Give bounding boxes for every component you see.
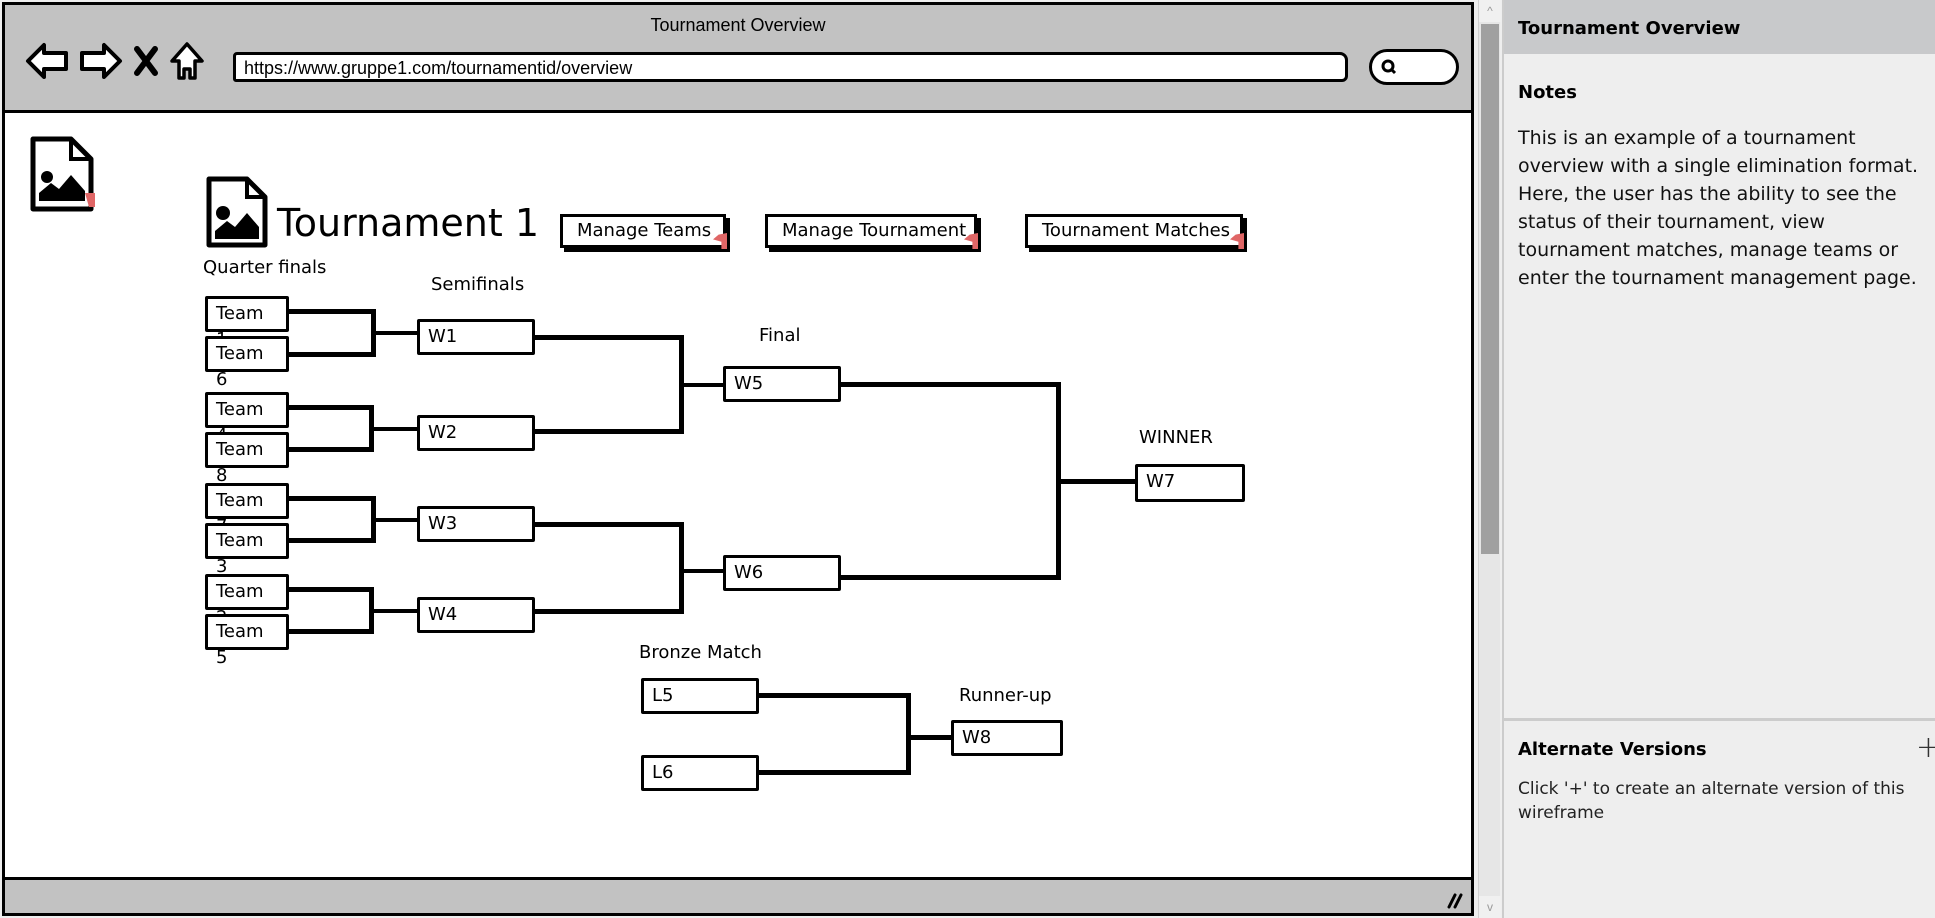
bracket-line — [369, 427, 417, 431]
url-input[interactable]: https://www.gruppe1.com/tournamentid/ove… — [233, 52, 1348, 82]
page-title: Tournament 1 — [277, 201, 540, 245]
bracket-line — [371, 331, 417, 335]
resize-grip-icon[interactable] — [1443, 887, 1465, 909]
bracket-line — [289, 496, 375, 501]
quarter-finals-label: Quarter finals — [203, 257, 327, 278]
logo-image-placeholder-icon — [29, 135, 99, 220]
link-corner-icon — [713, 233, 727, 249]
bronze-slot[interactable]: L5 — [641, 678, 759, 714]
bracket-line — [289, 309, 375, 314]
final-slot[interactable]: W6 — [723, 555, 841, 591]
manage-tournament-label: Manage Tournament — [782, 220, 967, 241]
vertical-scrollbar[interactable]: ^ v — [1478, 0, 1501, 918]
semifinals-label: Semifinals — [431, 274, 525, 295]
semifinal-slot[interactable]: W3 — [417, 506, 535, 542]
team-slot[interactable]: Team 8 — [205, 432, 289, 486]
team-slot[interactable]: Team 3 — [205, 523, 289, 577]
bracket-line — [535, 429, 683, 434]
bracket-line — [679, 522, 684, 614]
alternate-versions-section: Alternate Versions + Click '+' to create… — [1504, 718, 1935, 918]
bracket-line — [535, 609, 683, 614]
forward-arrow-icon[interactable] — [77, 39, 125, 83]
team-slot[interactable]: Team 6 — [205, 336, 289, 390]
link-corner-icon — [1230, 233, 1244, 249]
winner-slot[interactable]: W7 — [1135, 464, 1245, 502]
search-icon — [1381, 59, 1397, 75]
bracket-line — [535, 522, 683, 527]
tournament-matches-button[interactable]: Tournament Matches — [1025, 214, 1244, 249]
manage-teams-label: Manage Teams — [577, 220, 712, 241]
winner-label: WINNER — [1139, 427, 1213, 448]
semifinal-slot[interactable]: W2 — [417, 415, 535, 451]
bronze-slot[interactable]: L6 — [641, 755, 759, 791]
semifinal-slot[interactable]: W4 — [417, 597, 535, 633]
add-alternate-version-plus-icon[interactable]: + — [1916, 733, 1935, 763]
team-slot[interactable]: Team 7 — [205, 483, 289, 537]
bracket-line — [841, 382, 1061, 387]
scrollbar-thumb[interactable] — [1481, 24, 1499, 554]
bracket-line — [906, 735, 952, 740]
bracket-line — [289, 629, 373, 634]
semifinal-slot[interactable]: W1 — [417, 319, 535, 355]
bracket-line — [289, 587, 373, 592]
final-slot[interactable]: W5 — [723, 366, 841, 402]
notes-body: This is an example of a tournament overv… — [1518, 127, 1919, 289]
scroll-up-button[interactable]: ^ — [1479, 0, 1501, 22]
alternate-versions-title: Alternate Versions — [1518, 739, 1707, 760]
final-label: Final — [759, 325, 801, 346]
alternate-versions-hint: Click '+' to create an alternate version… — [1518, 779, 1905, 823]
bracket-line — [1056, 479, 1138, 484]
manage-tournament-button[interactable]: Manage Tournament — [765, 214, 978, 249]
search-field[interactable] — [1369, 49, 1459, 85]
notes-panel: Tournament Overview Notes This is an exa… — [1502, 0, 1935, 918]
browser-toolbar: Tournament Overview https://www.gruppe1.… — [5, 5, 1471, 113]
bracket-line — [679, 569, 725, 573]
team-slot[interactable]: Team 5 — [205, 614, 289, 668]
browser-status-bar — [5, 877, 1471, 913]
panel-header: Tournament Overview — [1504, 0, 1935, 54]
back-arrow-icon[interactable] — [23, 39, 71, 83]
bracket-line — [371, 518, 417, 522]
wireframe-browser-window: Tournament Overview https://www.gruppe1.… — [2, 2, 1474, 916]
nav-icons — [23, 39, 207, 83]
bracket-line — [906, 693, 911, 775]
home-icon[interactable] — [167, 39, 207, 83]
bracket-line — [289, 352, 375, 357]
runner-up-label: Runner-up — [959, 685, 1052, 706]
bronze-match-label: Bronze Match — [639, 642, 762, 663]
browser-title: Tournament Overview — [650, 15, 826, 35]
bracket-line — [289, 405, 373, 410]
scroll-down-button[interactable]: v — [1479, 896, 1501, 918]
bracket-line — [679, 383, 725, 387]
bracket-line — [535, 335, 683, 340]
team-slot[interactable]: Team 1 — [205, 296, 289, 350]
bracket-line — [759, 770, 911, 775]
notes-title: Notes — [1518, 82, 1577, 103]
bracket-line — [369, 609, 417, 613]
tournament-matches-label: Tournament Matches — [1042, 220, 1231, 241]
manage-teams-button[interactable]: Manage Teams — [560, 214, 727, 249]
tournament-image-placeholder-icon — [205, 175, 271, 256]
bracket-line — [289, 538, 375, 543]
runner-up-slot[interactable]: W8 — [951, 720, 1063, 756]
app-root: Tournament Overview https://www.gruppe1.… — [0, 0, 1935, 918]
bracket-line — [759, 693, 911, 698]
team-slot[interactable]: Team 4 — [205, 392, 289, 446]
team-slot[interactable]: Team 2 — [205, 574, 289, 628]
bracket-line — [289, 447, 373, 452]
bracket-line — [841, 575, 1061, 580]
stop-x-icon[interactable] — [131, 39, 161, 83]
